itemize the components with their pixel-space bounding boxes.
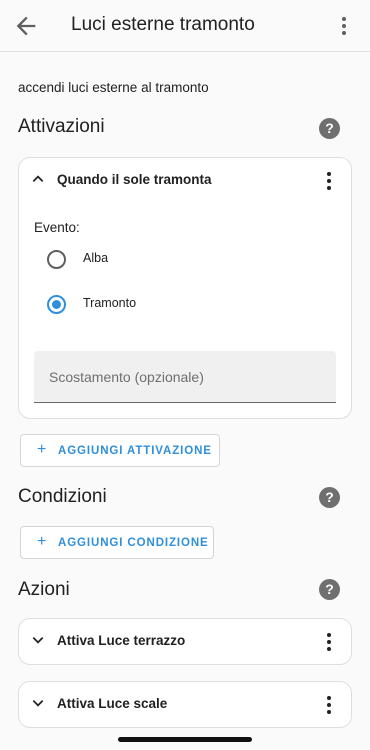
event-label: Evento: [34,220,80,235]
action-menu-icon[interactable] [320,631,338,653]
action-card-header[interactable]: Attiva Luce scale [19,682,351,727]
chevron-down-icon [32,637,44,644]
add-condition-label: AGGIUNGI CONDIZIONE [58,537,209,549]
trigger-card-header[interactable]: Quando il sole tramonta [19,158,351,203]
plus-icon: + [37,441,48,458]
plus-icon: + [37,533,48,550]
trigger-card: Quando il sole tramonta Evento: Alba Tra… [18,157,352,419]
offset-input[interactable] [34,351,336,402]
trigger-card-title: Quando il sole tramonta [57,172,212,187]
actions-heading: Azioni [18,579,70,600]
back-button[interactable] [12,12,40,40]
add-trigger-button[interactable]: + AGGIUNGI ATTIVAZIONE [20,434,220,467]
add-condition-button[interactable]: + AGGIUNGI CONDIZIONE [20,526,214,559]
triggers-heading: Attivazioni [18,116,105,137]
action-menu-icon[interactable] [320,694,338,716]
action-card-header[interactable]: Attiva Luce terrazzo [19,619,351,664]
radio-button-alba[interactable] [47,250,66,269]
page-title: Luci esterne tramonto [71,14,255,35]
radio-button-tramonto[interactable] [47,295,66,314]
radio-option-alba[interactable]: Alba [43,248,243,272]
conditions-heading: Condizioni [18,486,107,507]
trigger-menu-icon[interactable] [320,170,338,192]
action-card-title: Attiva Luce scale [57,696,168,711]
dots-vertical-icon [342,17,346,35]
chevron-up-icon [32,175,44,182]
offset-field[interactable] [34,351,336,403]
add-trigger-label: AGGIUNGI ATTIVAZIONE [58,445,212,457]
triggers-help-icon[interactable]: ? [319,118,340,139]
action-card: Attiva Luce terrazzo [18,618,352,665]
automation-description: accendi luci esterne al tramonto [18,80,209,95]
radio-option-tramonto[interactable]: Tramonto [43,293,243,317]
home-indicator[interactable] [118,737,252,742]
arrow-left-icon [16,16,36,36]
actions-help-icon[interactable]: ? [319,579,340,600]
radio-label-alba: Alba [83,251,109,265]
chevron-down-icon [32,700,44,707]
action-card-title: Attiva Luce terrazzo [57,633,186,648]
overflow-menu-button[interactable] [332,14,356,38]
action-card: Attiva Luce scale [18,681,352,728]
radio-label-tramonto: Tramonto [83,296,137,310]
conditions-help-icon[interactable]: ? [319,487,340,508]
app-bar: Luci esterne tramonto [0,0,370,52]
